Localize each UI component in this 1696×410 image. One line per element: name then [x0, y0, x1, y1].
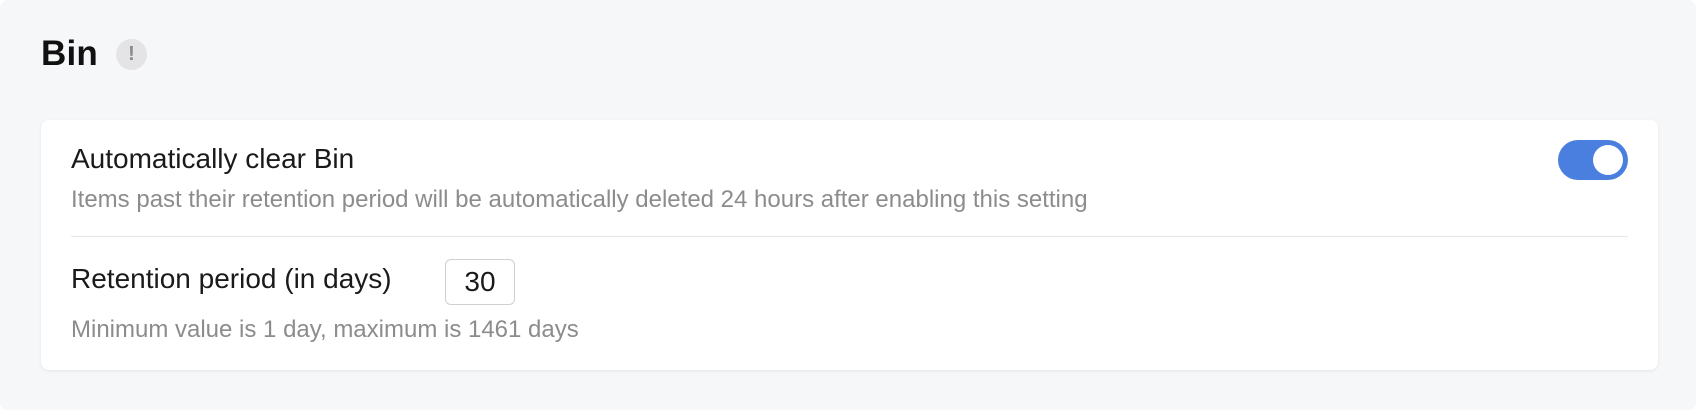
- bin-settings-panel: Bin ! Automatically clear Bin Items past…: [0, 0, 1696, 410]
- retention-period-hint: Minimum value is 1 day, maximum is 1461 …: [71, 316, 579, 343]
- toggle-knob: [1593, 145, 1623, 175]
- retention-period-label: Retention period (in days): [71, 263, 392, 294]
- retention-period-input[interactable]: [445, 259, 515, 305]
- auto-clear-toggle[interactable]: [1558, 140, 1628, 180]
- divider: [71, 236, 1628, 237]
- auto-clear-description: Items past their retention period will b…: [71, 186, 1088, 213]
- section-header: Bin !: [41, 34, 147, 74]
- exclamation-icon[interactable]: !: [115, 38, 147, 70]
- auto-clear-label: Automatically clear Bin: [71, 143, 355, 174]
- settings-card: Automatically clear Bin Items past their…: [41, 120, 1658, 370]
- section-title: Bin: [41, 34, 98, 73]
